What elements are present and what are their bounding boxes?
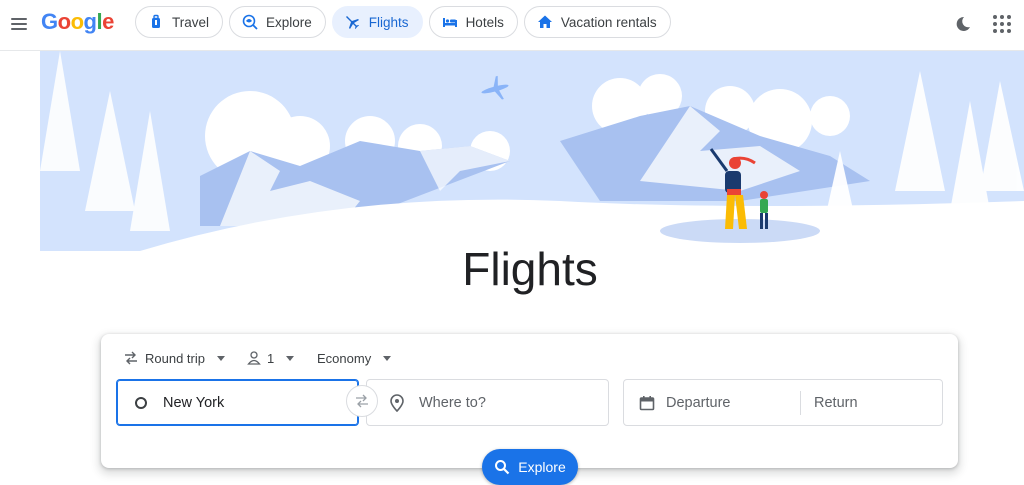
chevron-down-icon	[216, 355, 225, 361]
house-icon	[537, 15, 552, 28]
location-pin-icon	[390, 393, 404, 412]
origin-circle-icon	[135, 396, 147, 409]
nav-travel[interactable]: Travel	[135, 6, 224, 38]
return-placeholder[interactable]: Return	[814, 395, 858, 411]
flight-search-card: Round trip 1 Economy New York Where to?	[101, 334, 958, 468]
nav-vacation-rentals-label: Vacation rentals	[560, 14, 657, 30]
chevron-down-icon	[286, 355, 295, 361]
dark-theme-icon[interactable]	[953, 14, 973, 34]
nav-travel-label: Travel	[172, 14, 210, 30]
google-logo[interactable]: Google	[41, 9, 114, 35]
cabin-class-label: Economy	[317, 350, 372, 366]
cabin-class-select[interactable]: Economy	[317, 348, 392, 368]
calendar-icon	[639, 395, 655, 410]
departure-placeholder[interactable]: Departure	[666, 395, 800, 411]
destination-placeholder: Where to?	[419, 394, 486, 411]
trip-type-select[interactable]: Round trip	[123, 348, 225, 368]
origin-input[interactable]: New York	[116, 379, 359, 426]
airplane-icon	[345, 16, 359, 29]
date-divider	[800, 390, 801, 415]
nav-vacation-rentals[interactable]: Vacation rentals	[523, 6, 671, 38]
chevron-down-icon	[383, 355, 392, 361]
swap-arrows-icon	[356, 394, 368, 408]
suitcase-icon	[152, 14, 160, 28]
page-title: Flights	[462, 243, 598, 295]
explore-button[interactable]: Explore	[482, 449, 578, 485]
person-icon	[247, 351, 261, 365]
swap-locations-button[interactable]	[346, 385, 378, 417]
explore-globe-icon	[242, 14, 258, 30]
nav-hotels[interactable]: Hotels	[428, 6, 518, 38]
passengers-count: 1	[267, 350, 275, 366]
flights-hero-illustration	[40, 51, 1024, 251]
travel-nav: Travel Explore Flights Hotels Vacation r…	[135, 6, 671, 38]
nav-explore-label: Explore	[266, 14, 312, 30]
destination-input[interactable]: Where to?	[366, 379, 609, 426]
nav-explore[interactable]: Explore	[229, 6, 326, 38]
nav-hotels-label: Hotels	[465, 14, 504, 30]
search-icon	[495, 460, 510, 475]
bed-icon	[442, 18, 457, 27]
google-apps-icon[interactable]	[992, 14, 1012, 34]
round-trip-icon	[125, 351, 137, 365]
passengers-select[interactable]: 1	[247, 348, 295, 368]
nav-flights[interactable]: Flights	[331, 6, 423, 38]
origin-value: New York	[163, 394, 225, 411]
explore-button-label: Explore	[518, 459, 566, 475]
main-menu-icon[interactable]	[8, 13, 30, 35]
trip-type-label: Round trip	[145, 350, 205, 366]
dates-input[interactable]: Departure Return	[623, 379, 943, 426]
top-bar: Google Travel Explore Flights Hotels Vac…	[0, 0, 1024, 51]
nav-flights-label: Flights	[368, 14, 409, 30]
